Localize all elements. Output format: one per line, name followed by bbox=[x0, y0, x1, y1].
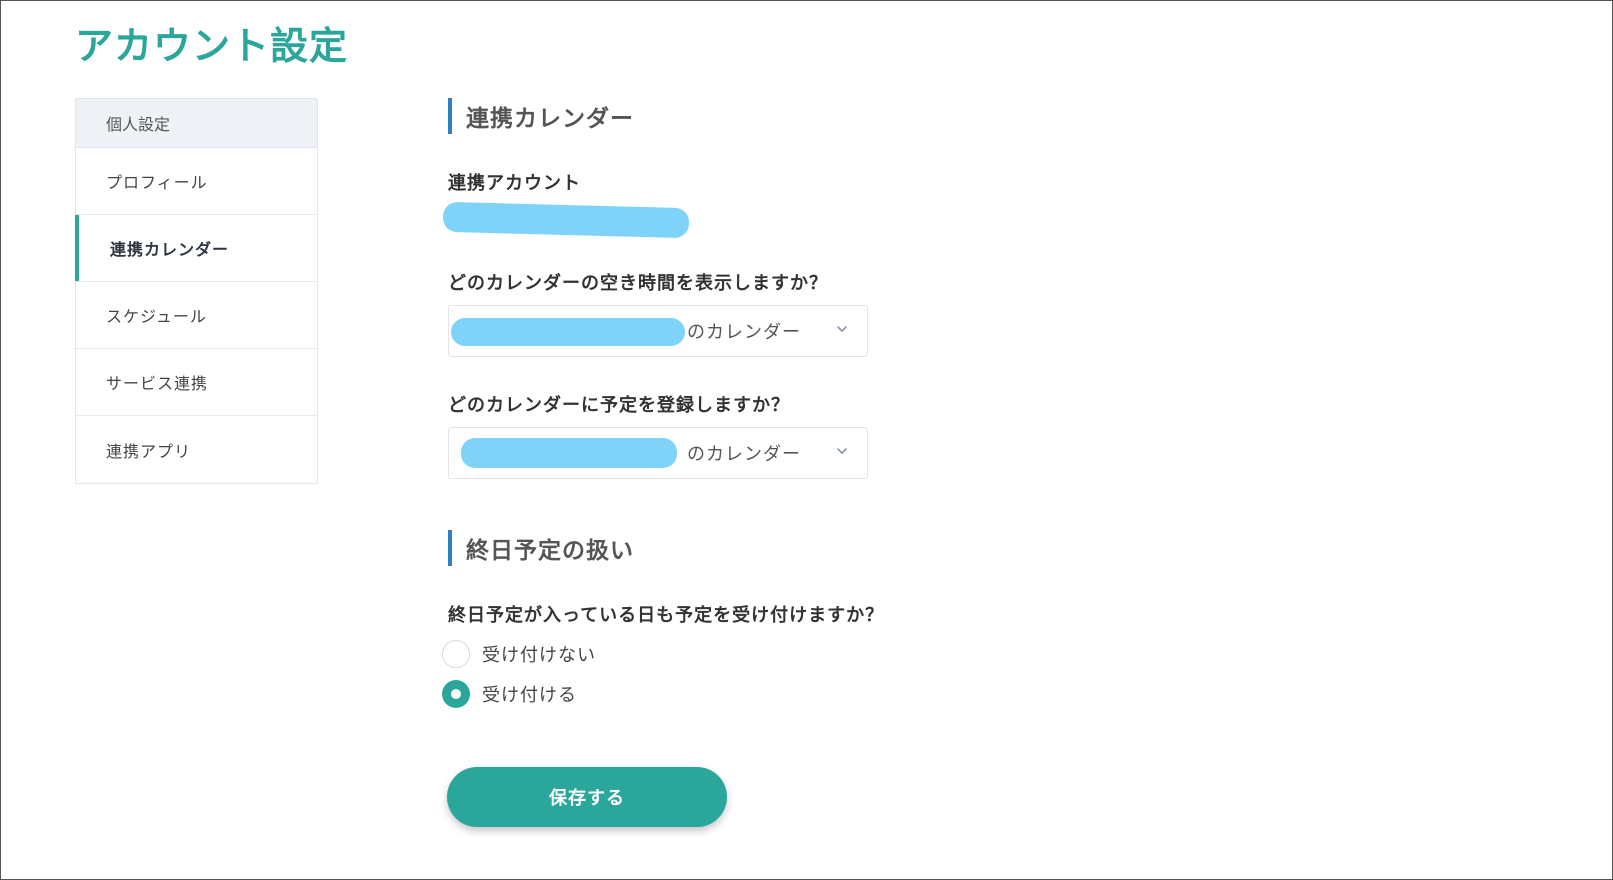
chevron-down-icon bbox=[837, 326, 847, 332]
availability-calendar-question: どのカレンダーの空き時間を表示しますか？ bbox=[448, 273, 828, 294]
sidebar-item-service-integration[interactable]: サービス連携 bbox=[76, 349, 317, 416]
radio-option-do-not-accept[interactable]: 受け付けない bbox=[442, 640, 596, 668]
linked-account-label: 連携アカウント bbox=[448, 173, 581, 194]
availability-calendar-select[interactable]: のカレンダー bbox=[448, 305, 868, 357]
page-title: アカウント設定 bbox=[75, 24, 349, 68]
sidebar-item-linked-apps[interactable]: 連携アプリ bbox=[76, 416, 317, 483]
radio-button-unchecked[interactable] bbox=[442, 640, 470, 668]
radio-option-accept[interactable]: 受け付ける bbox=[442, 680, 577, 708]
app-window: アカウント設定 個人設定 プロフィール 連携カレンダー スケジュール サービス連… bbox=[0, 0, 1613, 880]
sidebar-header: 個人設定 bbox=[76, 99, 317, 148]
redacted-calendar-name bbox=[461, 438, 677, 468]
sidebar-item-schedule[interactable]: スケジュール bbox=[76, 282, 317, 349]
register-calendar-select[interactable]: のカレンダー bbox=[448, 427, 868, 479]
radio-label: 受け付ける bbox=[482, 685, 577, 706]
redacted-account-email bbox=[442, 201, 690, 239]
allday-question: 終日予定が入っている日も予定を受け付けますか？ bbox=[448, 605, 885, 626]
radio-button-checked[interactable] bbox=[442, 680, 470, 708]
section-heading-linked-calendar: 連携カレンダー bbox=[448, 98, 634, 134]
sidebar-item-profile[interactable]: プロフィール bbox=[76, 148, 317, 215]
save-button[interactable]: 保存する bbox=[447, 767, 727, 827]
availability-calendar-select-value: のカレンダー bbox=[687, 322, 801, 343]
register-calendar-question: どのカレンダーに予定を登録しますか？ bbox=[448, 395, 790, 416]
chevron-down-icon bbox=[837, 448, 847, 454]
sidebar-item-linked-calendar[interactable]: 連携カレンダー bbox=[75, 215, 317, 282]
redacted-calendar-name bbox=[451, 318, 685, 346]
radio-label: 受け付けない bbox=[482, 645, 596, 666]
register-calendar-select-value: のカレンダー bbox=[687, 444, 801, 465]
settings-sidebar: 個人設定 プロフィール 連携カレンダー スケジュール サービス連携 連携アプリ bbox=[75, 98, 318, 484]
section-heading-allday: 終日予定の扱い bbox=[448, 530, 634, 566]
